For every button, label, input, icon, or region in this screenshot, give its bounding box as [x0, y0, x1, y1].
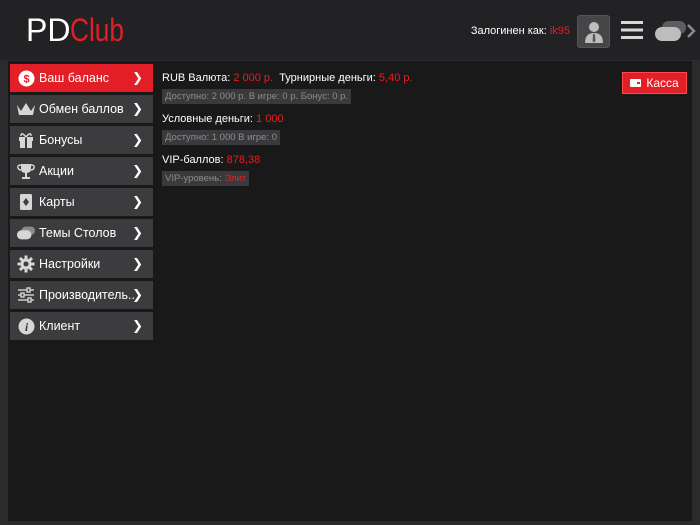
- chevron-right-icon: ❯: [132, 132, 143, 147]
- gear-icon: [16, 254, 36, 274]
- chevron-right-icon: ❯: [132, 287, 143, 302]
- sidebar-item-label: Обмен баллов: [39, 102, 124, 116]
- vip-level: VIP-уровень: Элит: [162, 171, 250, 186]
- login-username: ik95: [549, 25, 570, 37]
- dollar-coin-icon: $: [16, 68, 36, 88]
- sidebar: $ Ваш баланс ❯ Обмен баллов ❯ Бонусы ❯ А…: [10, 64, 153, 343]
- vip-block: VIP-баллов: 878,38 VIP-уровень: Элит: [162, 154, 413, 186]
- sidebar-item-performance[interactable]: Производитель.. ❯: [10, 281, 153, 309]
- trophy-icon: [16, 161, 36, 181]
- sidebar-item-promotions[interactable]: Акции ❯: [10, 157, 153, 185]
- info-icon: i: [16, 316, 36, 336]
- rub-balance-line: RUB Валюта: 2 000 р. Турнирные деньги: 5…: [162, 72, 413, 86]
- wallet-icon: [630, 79, 642, 87]
- user-avatar-icon: [584, 21, 603, 43]
- vip-value: 878,38: [226, 154, 261, 166]
- sliders-icon: [16, 285, 36, 305]
- chevron-right-icon: ❯: [132, 256, 143, 271]
- cashier-label: Касса: [646, 76, 679, 90]
- cards-icon: [16, 192, 36, 212]
- sidebar-item-exchange-points[interactable]: Обмен баллов ❯: [10, 95, 153, 123]
- chevron-right-icon: ❯: [132, 194, 143, 209]
- chevron-right-icon: ❯: [132, 225, 143, 240]
- rub-value: 2 000 р.: [233, 72, 274, 84]
- sidebar-item-label: Темы Столов: [39, 226, 117, 240]
- vip-points-line: VIP-баллов: 878,38: [162, 154, 413, 168]
- crown-icon: [16, 99, 36, 119]
- vip-label: VIP-баллов:: [162, 154, 227, 166]
- sidebar-item-client[interactable]: i Клиент ❯: [10, 312, 153, 340]
- login-label: Залогинен как:: [470, 25, 550, 37]
- avatar-button[interactable]: [577, 15, 610, 48]
- balance-content: RUB Валюта: 2 000 р. Турнирные деньги: 5…: [162, 72, 413, 195]
- sidebar-item-cards[interactable]: Карты ❯: [10, 188, 153, 216]
- sidebar-item-settings[interactable]: Настройки ❯: [10, 250, 153, 278]
- cond-money-line: Условные деньги: 1 000: [162, 113, 413, 127]
- gift-icon: [16, 130, 36, 150]
- rub-label: RUB Валюта:: [162, 72, 234, 84]
- sidebar-item-label: Ваш баланс: [39, 71, 110, 85]
- logo-club-text: Club: [70, 12, 125, 48]
- cond-details: Доступно: 1 000 В игре: 0: [162, 130, 281, 145]
- logo-pd-text: PD: [26, 12, 71, 48]
- sidebar-item-table-themes[interactable]: Темы Столов ❯: [10, 219, 153, 247]
- svg-text:$: $: [23, 73, 29, 85]
- tourney-label: Турнирные деньги:: [279, 72, 379, 84]
- cond-label: Условные деньги:: [162, 113, 257, 125]
- chevron-right-icon: ❯: [132, 70, 143, 85]
- login-status: Залогинен как: ik95: [471, 25, 570, 37]
- cond-value: 1 000: [256, 113, 284, 125]
- chevron-right-icon: ❯: [132, 318, 143, 333]
- tables-icon: [16, 223, 36, 243]
- rub-details: Доступно: 2 000 р. В игре: 0 р. Бонус: 0…: [162, 89, 352, 104]
- sidebar-item-label: Клиент: [39, 319, 81, 333]
- sidebar-item-label: Производитель..: [39, 288, 135, 302]
- sidebar-item-balance[interactable]: $ Ваш баланс ❯: [10, 64, 153, 92]
- sidebar-item-label: Настройки: [39, 257, 101, 271]
- tourney-value: 5,40 р.: [378, 72, 413, 84]
- cashier-button[interactable]: Касса: [622, 72, 687, 94]
- sidebar-item-bonuses[interactable]: Бонусы ❯: [10, 126, 153, 154]
- hamburger-menu-icon[interactable]: [620, 18, 644, 42]
- chevron-right-icon: ❯: [132, 163, 143, 178]
- conditional-money-block: Условные деньги: 1 000 Доступно: 1 000 В…: [162, 113, 413, 145]
- rub-balance-block: RUB Валюта: 2 000 р. Турнирные деньги: 5…: [162, 72, 413, 104]
- sidebar-item-label: Бонусы: [39, 133, 83, 147]
- chevron-right-icon: ❯: [132, 101, 143, 116]
- top-bar: PD Club Залогинен как: ik95: [0, 0, 700, 60]
- vip-level-label: VIP-уровень:: [165, 173, 225, 184]
- sidebar-item-label: Карты: [39, 195, 75, 209]
- vip-level-value: Элит: [224, 173, 247, 184]
- sidebar-item-label: Акции: [39, 164, 74, 178]
- pdclub-logo: PD Club: [26, 12, 136, 48]
- tables-switch-icon[interactable]: [654, 20, 700, 42]
